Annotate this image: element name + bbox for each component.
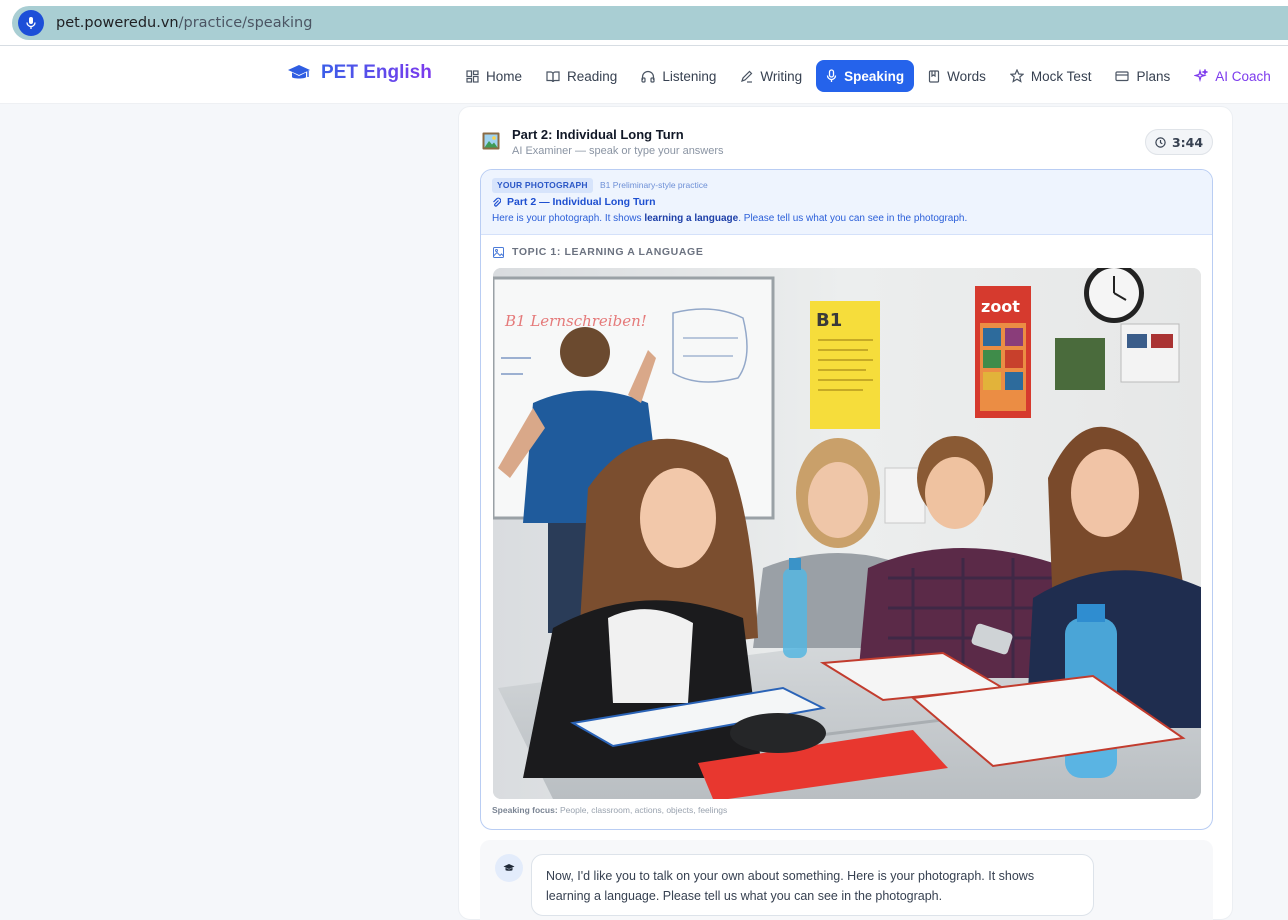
svg-text:zoot: zoot: [981, 297, 1020, 316]
speaking-session-card: Part 2: Individual Long Turn AI Examiner…: [458, 106, 1233, 920]
site-mic-icon[interactable]: [18, 10, 44, 36]
sparkles-icon: [1194, 69, 1209, 83]
session-title: Part 2: Individual Long Turn: [512, 127, 684, 142]
examiner-avatar: [495, 854, 523, 882]
session-subtitle: AI Examiner — speak or type your answers: [512, 145, 724, 157]
chat-area: Now, I'd like you to talk on your own ab…: [480, 840, 1213, 920]
image-icon: [493, 246, 504, 258]
classroom-scene-illustration: B1 Lernschreiben! B1 zoot: [493, 268, 1201, 799]
nav-plans[interactable]: Plans: [1105, 60, 1180, 92]
star-icon: [1009, 69, 1024, 83]
examiner-message: Now, I'd like you to talk on your own ab…: [531, 854, 1094, 916]
url-text: pet.poweredu.vn/practice/speaking: [56, 15, 313, 31]
book-open-icon: [546, 70, 560, 82]
nav-reading[interactable]: Reading: [536, 60, 627, 92]
brand-name: PET English: [321, 62, 432, 83]
headphones-icon: [641, 70, 655, 83]
countdown-timer: 3:44: [1145, 129, 1213, 155]
framed-picture-icon: [482, 132, 500, 150]
nav-menu: Home Reading Listening Writing Speaking …: [456, 60, 1285, 92]
nav-ai-coach[interactable]: AI Coach: [1184, 60, 1281, 92]
svg-text:B1 Lernschreiben!: B1 Lernschreiben!: [504, 312, 647, 330]
nav-speaking[interactable]: Speaking: [816, 60, 915, 92]
speaking-focus: Speaking focus: People, classroom, actio…: [492, 805, 728, 815]
topic-heading: TOPIC 1: LEARNING A LANGUAGE: [493, 246, 703, 258]
grid-icon: [466, 69, 479, 83]
part-label: Part 2 — Individual Long Turn: [492, 196, 656, 208]
classroom-photograph: B1 Lernschreiben! B1 zoot: [493, 268, 1201, 799]
photo-description: Here is your photograph. It shows learni…: [492, 213, 968, 224]
url-field[interactable]: pet.poweredu.vn/practice/speaking: [12, 6, 1288, 40]
photo-tag-subtitle: B1 Preliminary-style practice: [600, 180, 708, 190]
nav-mock-test[interactable]: Mock Test: [1000, 60, 1102, 92]
photo-banner: YOUR PHOTOGRAPH B1 Preliminary-style pra…: [481, 170, 1212, 235]
nav-words[interactable]: Words: [918, 60, 996, 92]
pen-icon: [741, 70, 753, 83]
photograph-panel: YOUR PHOTOGRAPH B1 Preliminary-style pra…: [480, 169, 1213, 830]
clock-icon: [1155, 136, 1166, 148]
top-nav: PET English Home Reading Listening Writi…: [0, 46, 1288, 104]
browser-address-bar: pet.poweredu.vn/practice/speaking: [0, 0, 1288, 46]
mic-icon: [826, 69, 837, 82]
brand-logo[interactable]: PET English: [287, 62, 432, 84]
svg-text:B1: B1: [816, 310, 842, 331]
graduation-cap-icon: [288, 65, 310, 79]
card-icon: [1115, 71, 1130, 82]
graduation-cap-icon: [503, 864, 515, 871]
photo-tag: YOUR PHOTOGRAPH: [492, 178, 593, 193]
paperclip-icon: [493, 197, 501, 207]
nav-writing[interactable]: Writing: [730, 60, 812, 92]
nav-home[interactable]: Home: [456, 60, 532, 92]
nav-listening[interactable]: Listening: [631, 60, 726, 92]
bookmark-book-icon: [929, 69, 940, 83]
